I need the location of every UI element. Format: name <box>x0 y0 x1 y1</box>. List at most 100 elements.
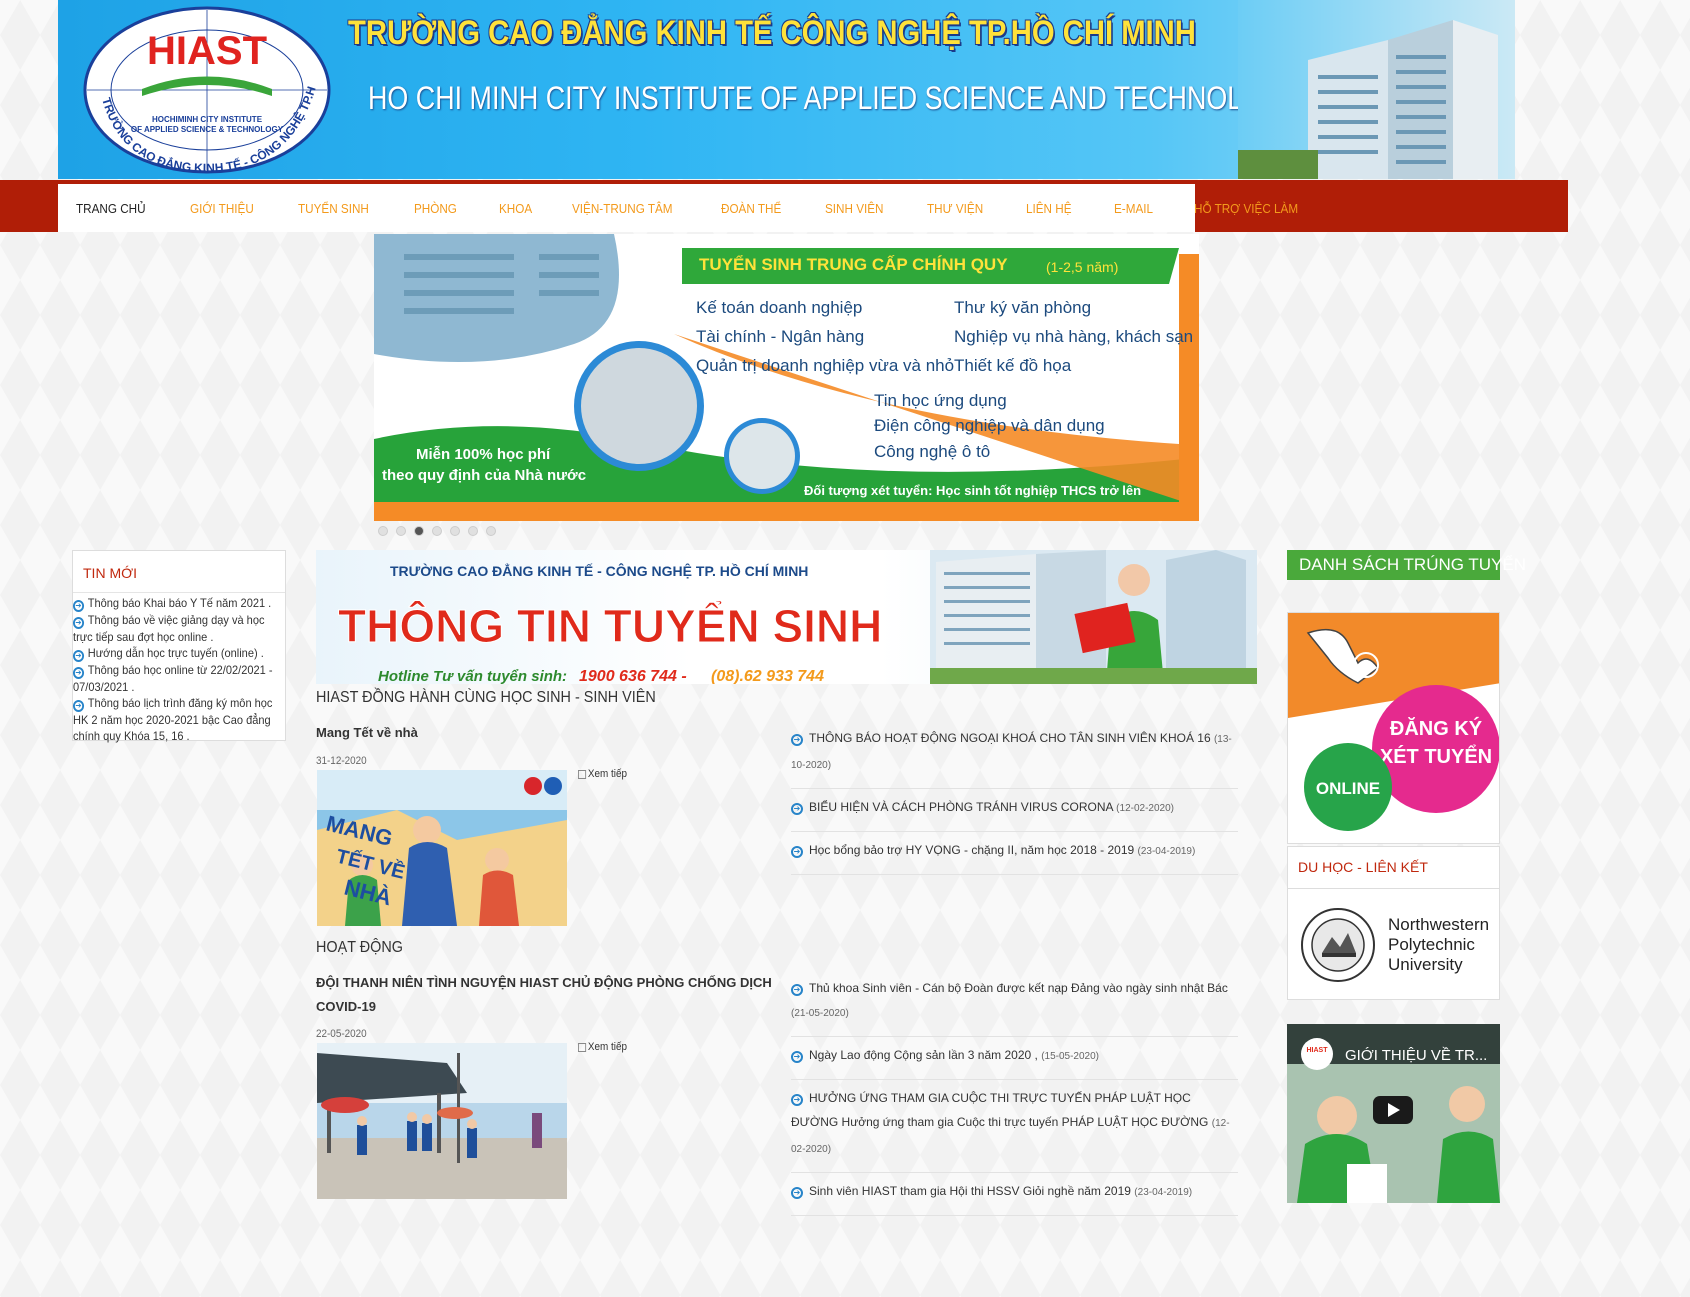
featured-article-title[interactable]: Mang Tết về nhà <box>316 721 418 745</box>
list-item[interactable]: ➔ Hướng dẫn học trực tuyến (online) . <box>73 645 285 662</box>
intro-video[interactable]: HIAST GIỚI THIỆU VỀ TR... <box>1287 1024 1500 1203</box>
header-title-vn: TRƯỜNG CAO ĐẲNG KINH TẾ CÔNG NGHỆ TP.HỒ … <box>348 14 1196 52</box>
doc-icon <box>578 1042 587 1052</box>
svg-text:TRƯỜNG CAO ĐẲNG KINH TẾ - CÔNG: TRƯỜNG CAO ĐẲNG KINH TẾ - CÔNG NGHỆ TP. … <box>390 562 808 579</box>
list-item[interactable]: ➔ Học bổng bảo trợ HY VỌNG - chặng II, nă… <box>791 832 1238 875</box>
slider-pagination <box>378 526 496 536</box>
slider-artwork: TUYỂN SINH TRUNG CẤP CHÍNH QUY (1-2,5 nă… <box>374 234 1199 521</box>
video-thumbnail: HIAST GIỚI THIỆU VỀ TR... <box>1287 1024 1500 1203</box>
featured-article-date: 31-12-2020 <box>316 755 367 767</box>
partner-name: Northwestern Polytechnic University <box>1388 915 1490 974</box>
nav-email[interactable]: E-MAIL <box>1114 201 1153 216</box>
list-item[interactable]: ➔ HƯỞNG ỨNG THAM GIA CUỘC THI TRỰC TUYẾN … <box>791 1080 1238 1173</box>
svg-text:Điện công nghiệp và dân dụng: Điện công nghiệp và dân dụng <box>874 416 1105 435</box>
arrow-right-icon: ➔ <box>791 1187 803 1199</box>
svg-text:THÔNG TIN TUYỂN SINH: THÔNG TIN TUYỂN SINH <box>338 600 882 652</box>
featured-article-title[interactable]: ĐỘI THANH NIÊN TÌNH NGUYỆN HIAST CHỦ ĐỘN… <box>316 971 776 1019</box>
nav-trang-chu[interactable]: TRANG CHỦ <box>76 201 146 216</box>
list-item[interactable]: ➔ Ngày Lao động Cộng sản lần 3 năm 2020 ,… <box>791 1037 1238 1080</box>
arrow-right-icon: ➔ <box>73 650 85 662</box>
svg-text:Thiết kế đồ họa: Thiết kế đồ họa <box>954 356 1072 375</box>
svg-text:ĐĂNG KÝ: ĐĂNG KÝ <box>1390 716 1483 740</box>
list-item[interactable]: ➔ Thủ khoa Sinh viên - Cán bộ Đoàn được k… <box>791 970 1238 1037</box>
section-title-hoat-dong: HOẠT ĐỘNG <box>316 939 403 956</box>
slider-dot-active[interactable] <box>414 526 424 536</box>
read-more-link[interactable]: Xem tiếp <box>578 1041 627 1053</box>
campus-building-image <box>1238 0 1515 179</box>
news-list-2: ➔ Thủ khoa Sinh viên - Cán bộ Đoàn được k… <box>791 970 1238 1216</box>
list-item[interactable]: ➔ Thông báo về việc giảng dạy và học trực… <box>73 612 285 645</box>
svg-text:ONLINE: ONLINE <box>1316 779 1380 798</box>
featured-article-image[interactable]: MANG TẾT VỀ NHÀ <box>317 770 567 926</box>
nav-phong[interactable]: PHÒNG <box>414 201 457 216</box>
svg-text:Tin học ứng dụng: Tin học ứng dụng <box>874 391 1007 410</box>
arrow-right-icon: ➔ <box>73 617 85 629</box>
featured-article-date: 22-05-2020 <box>316 1028 367 1040</box>
list-item[interactable]: ➔ THÔNG BÁO HOẠT ĐỘNG NGOẠI KHOÁ CHO TÂN … <box>791 720 1238 789</box>
list-item[interactable]: ➔ Sinh viên HIAST tham gia Hội thi HSSV G… <box>791 1173 1238 1216</box>
nav-lien-he[interactable]: LIÊN HỆ <box>1026 201 1072 216</box>
svg-text:GIỚI THIỆU VỀ TR...: GIỚI THIỆU VỀ TR... <box>1345 1047 1487 1064</box>
svg-text:TUYỂN SINH TRUNG CẤP CHÍNH QUY: TUYỂN SINH TRUNG CẤP CHÍNH QUY <box>699 255 1008 274</box>
nav-khoa[interactable]: KHOA <box>499 201 532 216</box>
svg-text:Đối tượng xét tuyển: Học sinh: Đối tượng xét tuyển: Học sinh tốt nghiệp… <box>804 483 1141 498</box>
svg-text:(1-2,5 năm): (1-2,5 năm) <box>1046 259 1118 275</box>
nwpu-seal-icon <box>1301 908 1375 982</box>
slider-dot[interactable] <box>486 526 496 536</box>
svg-text:Công nghệ ô tô: Công nghệ ô tô <box>874 442 990 461</box>
arrow-right-icon: ➔ <box>791 1051 803 1063</box>
svg-text:HIAST: HIAST <box>1307 1047 1329 1054</box>
dang-ky-xet-tuyen-banner[interactable]: ĐĂNG KÝ XÉT TUYỂN ONLINE <box>1287 612 1500 844</box>
nav-sinh-vien[interactable]: SINH VIÊN <box>825 201 884 216</box>
nav-ho-tro-viec-lam[interactable]: HỖ TRỢ VIỆC LÀM <box>1194 201 1298 216</box>
hero-slider[interactable]: TUYỂN SINH TRUNG CẤP CHÍNH QUY (1-2,5 nă… <box>374 234 1199 521</box>
svg-text:OF APPLIED SCIENCE & TECHNOLOG: OF APPLIED SCIENCE & TECHNOLOGY <box>131 125 284 134</box>
slider-dot[interactable] <box>396 526 406 536</box>
svg-text:1900 636 744 -: 1900 636 744 - <box>579 668 687 684</box>
arrow-right-icon: ➔ <box>791 1094 803 1106</box>
svg-text:Tài chính - Ngân hàng: Tài chính - Ngân hàng <box>696 327 864 346</box>
slider-dot[interactable] <box>432 526 442 536</box>
slider-dot[interactable] <box>450 526 460 536</box>
svg-text:Miễn 100% học phí: Miễn 100% học phí <box>416 446 551 463</box>
svg-text:Kế toán doanh nghiệp: Kế toán doanh nghiệp <box>696 298 862 317</box>
section-title-hiast: HIAST ĐỒNG HÀNH CÙNG HỌC SINH - SINH VIÊ… <box>316 689 656 706</box>
tin-moi-title: TIN MỚI <box>73 551 285 593</box>
main-nav: TRANG CHỦ GIỚI THIỆU TUYỂN SINH PHÒNG KH… <box>58 184 1298 232</box>
tin-moi-panel: TIN MỚI ➔ Thông báo Khai báo Y Tế năm 202… <box>72 550 286 744</box>
hiast-logo[interactable]: HIAST HOCHIMINH CITY INSTITUTE OF APPLIE… <box>82 4 332 174</box>
header-title-en: HO CHI MINH CITY INSTITUTE OF APPLIED SC… <box>368 80 1302 116</box>
news-list-1: ➔ THÔNG BÁO HOẠT ĐỘNG NGOẠI KHOÁ CHO TÂN … <box>791 720 1238 875</box>
slider-dot[interactable] <box>468 526 478 536</box>
arrow-right-icon: ➔ <box>791 846 803 858</box>
list-item[interactable]: ➔ Thông báo học online từ 22/02/2021 - 07… <box>73 662 285 695</box>
header-banner[interactable]: HIAST HOCHIMINH CITY INSTITUTE OF APPLIE… <box>58 0 1515 179</box>
nav-gioi-thieu[interactable]: GIỚI THIỆU <box>190 201 254 216</box>
arrow-right-icon: ➔ <box>73 600 85 612</box>
arrow-right-icon: ➔ <box>73 700 85 712</box>
du-hoc-title: DU HỌC - LIÊN KẾT <box>1287 846 1500 888</box>
featured-article-image[interactable] <box>317 1043 567 1199</box>
nav-thu-vien[interactable]: THƯ VIỆN <box>927 201 983 216</box>
list-item[interactable]: ➔ Thông báo lịch trình đăng ký môn học HK… <box>73 695 285 744</box>
read-more-link[interactable]: Xem tiếp <box>578 768 627 780</box>
doc-icon <box>578 769 587 779</box>
svg-text:Quản trị doanh nghiệp vừa và n: Quản trị doanh nghiệp vừa và nhỏ <box>696 356 954 375</box>
partner-university-link[interactable]: Northwestern Polytechnic University <box>1287 888 1500 1000</box>
nav-doan-the[interactable]: ĐOÀN THỂ <box>721 201 781 216</box>
svg-text:Nghiệp vụ nhà hàng, khách sạn: Nghiệp vụ nhà hàng, khách sạn <box>954 327 1193 346</box>
danh-sach-trung-tuyen-button[interactable]: DANH SÁCH TRÚNG TUYỂN <box>1287 550 1526 580</box>
svg-text:theo quy định của Nhà nước: theo quy định của Nhà nước <box>382 467 586 484</box>
slider-dot[interactable] <box>378 526 388 536</box>
svg-text:Thư ký văn phòng: Thư ký văn phòng <box>954 298 1091 317</box>
dang-ky-art: ĐĂNG KÝ XÉT TUYỂN ONLINE <box>1288 613 1499 843</box>
svg-text:HIAST: HIAST <box>147 29 267 73</box>
nav-vien-trung-tam[interactable]: VIỆN-TRUNG TÂM <box>572 201 673 216</box>
arrow-right-icon: ➔ <box>791 734 803 746</box>
list-item[interactable]: ➔ BIỂU HIỆN VÀ CÁCH PHÒNG TRÁNH VIRUS COR… <box>791 789 1238 832</box>
arrow-right-icon: ➔ <box>791 984 803 996</box>
nav-tuyen-sinh[interactable]: TUYỂN SINH <box>298 201 369 216</box>
admissions-banner[interactable]: TRƯỜNG CAO ĐẲNG KINH TẾ - CÔNG NGHỆ TP. … <box>316 550 1257 684</box>
svg-text:Hotline Tư vấn tuyển sinh:: Hotline Tư vấn tuyển sinh: <box>378 668 567 684</box>
list-item[interactable]: ➔ Thông báo Khai báo Y Tế năm 2021 . <box>73 595 285 612</box>
